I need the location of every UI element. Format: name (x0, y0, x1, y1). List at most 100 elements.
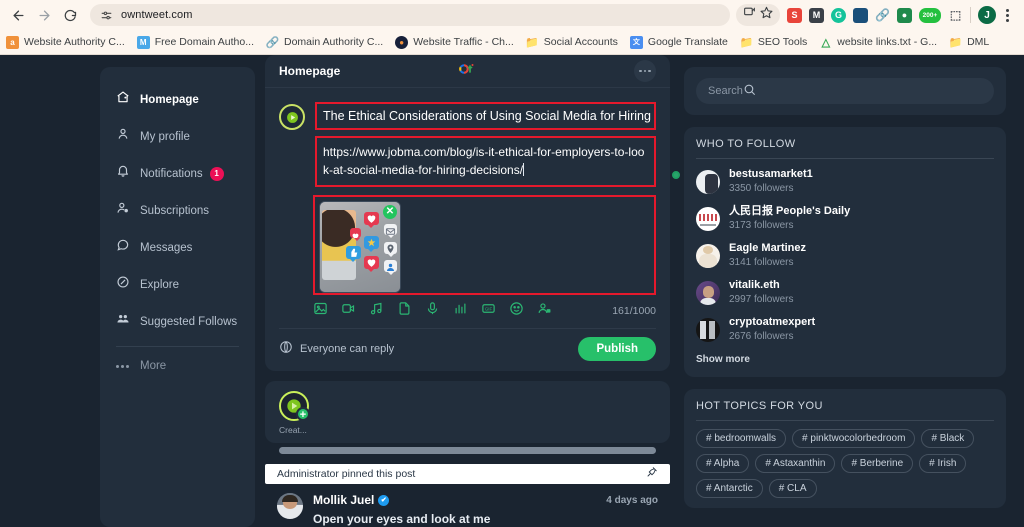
extension-icon-wallet[interactable] (853, 7, 868, 23)
reload-button[interactable] (58, 3, 82, 27)
publish-button[interactable]: Publish (578, 337, 656, 361)
post-avatar[interactable] (277, 493, 303, 519)
folder-icon: 📁 (739, 36, 754, 49)
bookmark-item[interactable]: ● Website Traffic - Ch... (395, 35, 514, 49)
file-icon[interactable] (397, 301, 412, 321)
who-to-follow-title: WHO TO FOLLOW (696, 138, 796, 150)
extensions-puzzle-icon[interactable]: ⬚ (948, 8, 963, 23)
tag-people-icon[interactable] (537, 301, 552, 321)
person-add-icon (116, 201, 130, 220)
sidebar-item-messages[interactable]: Messages (100, 229, 255, 266)
stories-scrollbar[interactable] (279, 447, 656, 454)
follow-suggestion-row[interactable]: Eagle Martinez 3141 followers (696, 237, 994, 274)
topic-tag[interactable]: # Alpha (696, 454, 750, 473)
search-icon[interactable] (743, 83, 756, 99)
sidebar-item-explore[interactable]: Explore (100, 266, 255, 303)
image-icon[interactable] (313, 301, 328, 321)
remove-attachment-button[interactable]: ✕ (383, 205, 397, 219)
sidebar-item-suggested-follows[interactable]: Suggested Follows (100, 303, 255, 340)
follow-user-name[interactable]: Eagle Martinez (729, 242, 806, 255)
sidebar-item-notifications[interactable]: Notifications 1 (100, 155, 255, 192)
poll-icon[interactable] (453, 301, 468, 321)
bookmark-item[interactable]: 📁 Social Accounts (525, 36, 617, 49)
post-row: Mollik Juel ✔ 4 days ago Open your eyes … (265, 484, 670, 526)
folder-icon: 📁 (525, 36, 540, 49)
bookmark-item[interactable]: 📁 DML (949, 36, 990, 49)
bookmark-item[interactable]: △ website links.txt - G... (819, 36, 938, 49)
mic-icon[interactable] (425, 301, 440, 321)
follow-user-name[interactable]: bestusamarket1 (729, 168, 813, 181)
attachment-area[interactable]: ✕ (313, 195, 656, 295)
video-icon[interactable] (341, 301, 356, 321)
follow-suggestion-row[interactable]: bestusamarket1 3350 followers (696, 163, 994, 200)
person-icon (116, 127, 130, 146)
sidebar-item-homepage[interactable]: Homepage (100, 81, 255, 118)
search-input[interactable]: Search (696, 78, 994, 104)
hot-topics-title: HOT TOPICS FOR YOU (696, 400, 823, 412)
post-url-input[interactable]: https://www.jobma.com/blog/is-it-ethical… (315, 136, 680, 187)
extension-icon-mail[interactable]: M (809, 7, 824, 23)
topic-tag[interactable]: # Irish (919, 454, 967, 473)
topic-tag[interactable]: # Berberine (841, 454, 914, 473)
reply-setting-label[interactable]: Everyone can reply (300, 343, 394, 355)
extension-icon-semrush[interactable]: S (787, 7, 802, 23)
topic-tag[interactable]: # Antarctic (696, 479, 763, 498)
sidebar-item-subscriptions[interactable]: Subscriptions (100, 192, 255, 229)
site-settings-icon[interactable] (100, 9, 113, 22)
composer-toolbar: GIF 161/1000 (265, 295, 670, 321)
forward-button[interactable] (32, 3, 56, 27)
extension-icon-lock[interactable]: ● (897, 7, 912, 23)
audio-icon[interactable] (369, 301, 384, 321)
topic-tag[interactable]: # Astaxanthin (755, 454, 836, 473)
bookmark-item[interactable]: a Website Authority C... (6, 35, 125, 49)
globe-icon[interactable] (279, 340, 293, 359)
chrome-menu-icon[interactable] (1003, 8, 1012, 22)
avatar[interactable] (696, 280, 720, 305)
heart-reaction-icon (364, 212, 379, 228)
topic-tag[interactable]: # Black (921, 429, 975, 448)
post-title-input[interactable]: The Ethical Considerations of Using Soci… (315, 102, 656, 130)
follow-suggestion-row[interactable]: 人民日报 People's Daily 3173 followers (696, 200, 994, 237)
avatar[interactable] (696, 169, 720, 194)
bookmark-item[interactable]: 📁 SEO Tools (739, 36, 808, 49)
topic-tag[interactable]: # pinktwocolorbedroom (792, 429, 916, 448)
bell-icon (116, 164, 130, 183)
back-button[interactable] (6, 3, 30, 27)
emoji-icon[interactable] (509, 301, 524, 321)
install-app-icon[interactable] (743, 6, 756, 24)
bookmark-favicon: ● (395, 35, 409, 49)
bookmark-item[interactable]: 文 Google Translate (629, 35, 728, 49)
post-author-row: Mollik Juel ✔ 4 days ago (313, 493, 658, 507)
follow-user-name[interactable]: vitalik.eth (729, 279, 793, 292)
sidebar-item-more[interactable]: More (100, 351, 255, 381)
topic-tag[interactable]: # CLA (768, 479, 817, 498)
address-bar[interactable]: owntweet.com (90, 4, 730, 26)
avatar[interactable] (696, 317, 720, 342)
avatar[interactable] (696, 206, 720, 231)
follow-user-name[interactable]: 人民日报 People's Daily (729, 205, 850, 218)
bookmark-star-icon[interactable] (760, 6, 773, 24)
add-story-plus-icon[interactable]: + (296, 407, 310, 421)
follow-user-name[interactable]: cryptoatmexpert (729, 316, 815, 329)
profile-avatar[interactable]: J (978, 6, 996, 24)
chrome-divider (970, 7, 971, 23)
attachment-thumbnail[interactable]: ✕ (319, 201, 401, 293)
bookmark-item[interactable]: 🔗 Domain Authority C... (266, 36, 384, 49)
follow-suggestion-row[interactable]: cryptoatmexpert 2676 followers (696, 311, 994, 348)
main-column: Homepage The Ethical Considerations of U… (265, 55, 680, 527)
show-more-link[interactable]: Show more (696, 354, 750, 365)
heart-reaction-icon (350, 228, 361, 241)
gif-icon[interactable]: GIF (481, 301, 496, 321)
create-story[interactable]: + Creat... (279, 391, 319, 435)
extension-icon-counter[interactable]: 200+ (919, 7, 941, 23)
avatar[interactable] (696, 243, 720, 268)
topic-tag[interactable]: # bedroomwalls (696, 429, 787, 448)
follow-suggestion-row[interactable]: vitalik.eth 2997 followers (696, 274, 994, 311)
extension-icon-grammarly[interactable]: G (831, 7, 846, 23)
extension-icon-link[interactable]: 🔗 (875, 8, 890, 23)
character-counter: 161/1000 (612, 305, 656, 317)
sidebar-item-my-profile[interactable]: My profile (100, 118, 255, 155)
post-author-name[interactable]: Mollik Juel (313, 493, 374, 507)
bookmark-item[interactable]: M Free Domain Autho... (136, 35, 254, 49)
composer-menu-icon[interactable] (634, 60, 656, 82)
